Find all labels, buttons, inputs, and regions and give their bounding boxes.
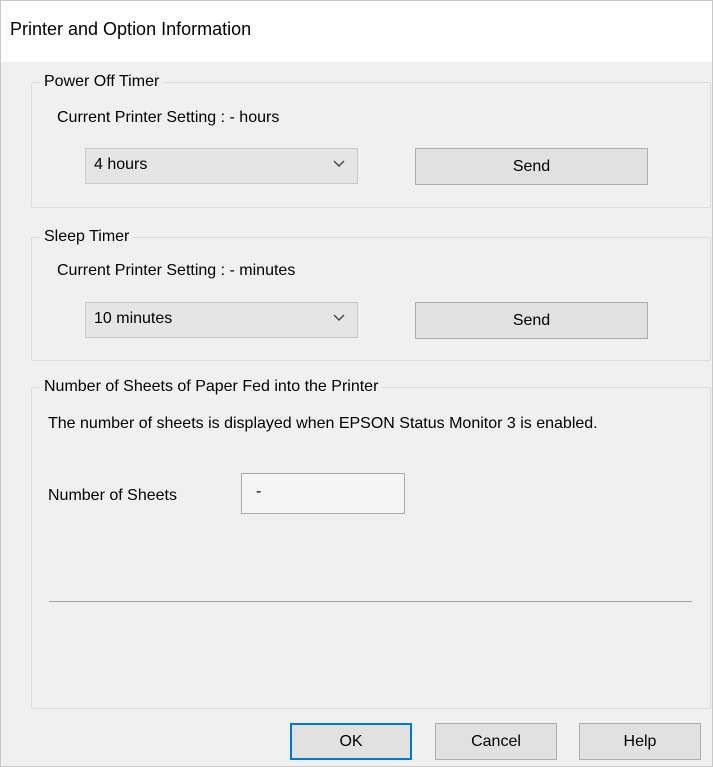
dialog-title: Printer and Option Information [10,19,252,39]
power-off-timer-select[interactable]: 4 hours [85,148,358,184]
number-of-sheets-value: - [256,483,262,500]
sheets-legend: Number of Sheets of Paper Fed into the P… [40,376,383,398]
chevron-down-icon [333,314,345,321]
power-off-timer-legend: Power Off Timer [40,71,164,93]
help-button[interactable]: Help [579,723,701,760]
sleep-timer-value: 10 minutes [94,310,173,327]
sheets-description: The number of sheets is displayed when E… [48,415,598,432]
number-of-sheets-label: Number of Sheets [48,487,177,504]
sleep-timer-select[interactable]: 10 minutes [85,302,358,338]
printer-option-dialog: Printer and Option Information Power Off… [0,0,713,767]
power-off-current-setting: Current Printer Setting : - hours [57,109,280,126]
power-off-timer-group: Power Off Timer Current Printer Setting … [31,71,711,208]
number-of-sheets-field: - [241,473,405,514]
separator-line [49,601,692,602]
chevron-down-icon [333,160,345,167]
ok-button[interactable]: OK [290,723,412,760]
sleep-send-button[interactable]: Send [415,302,648,339]
power-off-timer-value: 4 hours [94,156,148,173]
sleep-timer-group: Sleep Timer Current Printer Setting : - … [31,226,711,361]
sleep-timer-legend: Sleep Timer [40,226,134,248]
power-off-send-button[interactable]: Send [415,148,648,185]
sleep-current-setting: Current Printer Setting : - minutes [57,262,296,279]
sheets-group: Number of Sheets of Paper Fed into the P… [31,376,711,709]
title-bar: Printer and Option Information [1,1,712,62]
cancel-button[interactable]: Cancel [435,723,557,760]
